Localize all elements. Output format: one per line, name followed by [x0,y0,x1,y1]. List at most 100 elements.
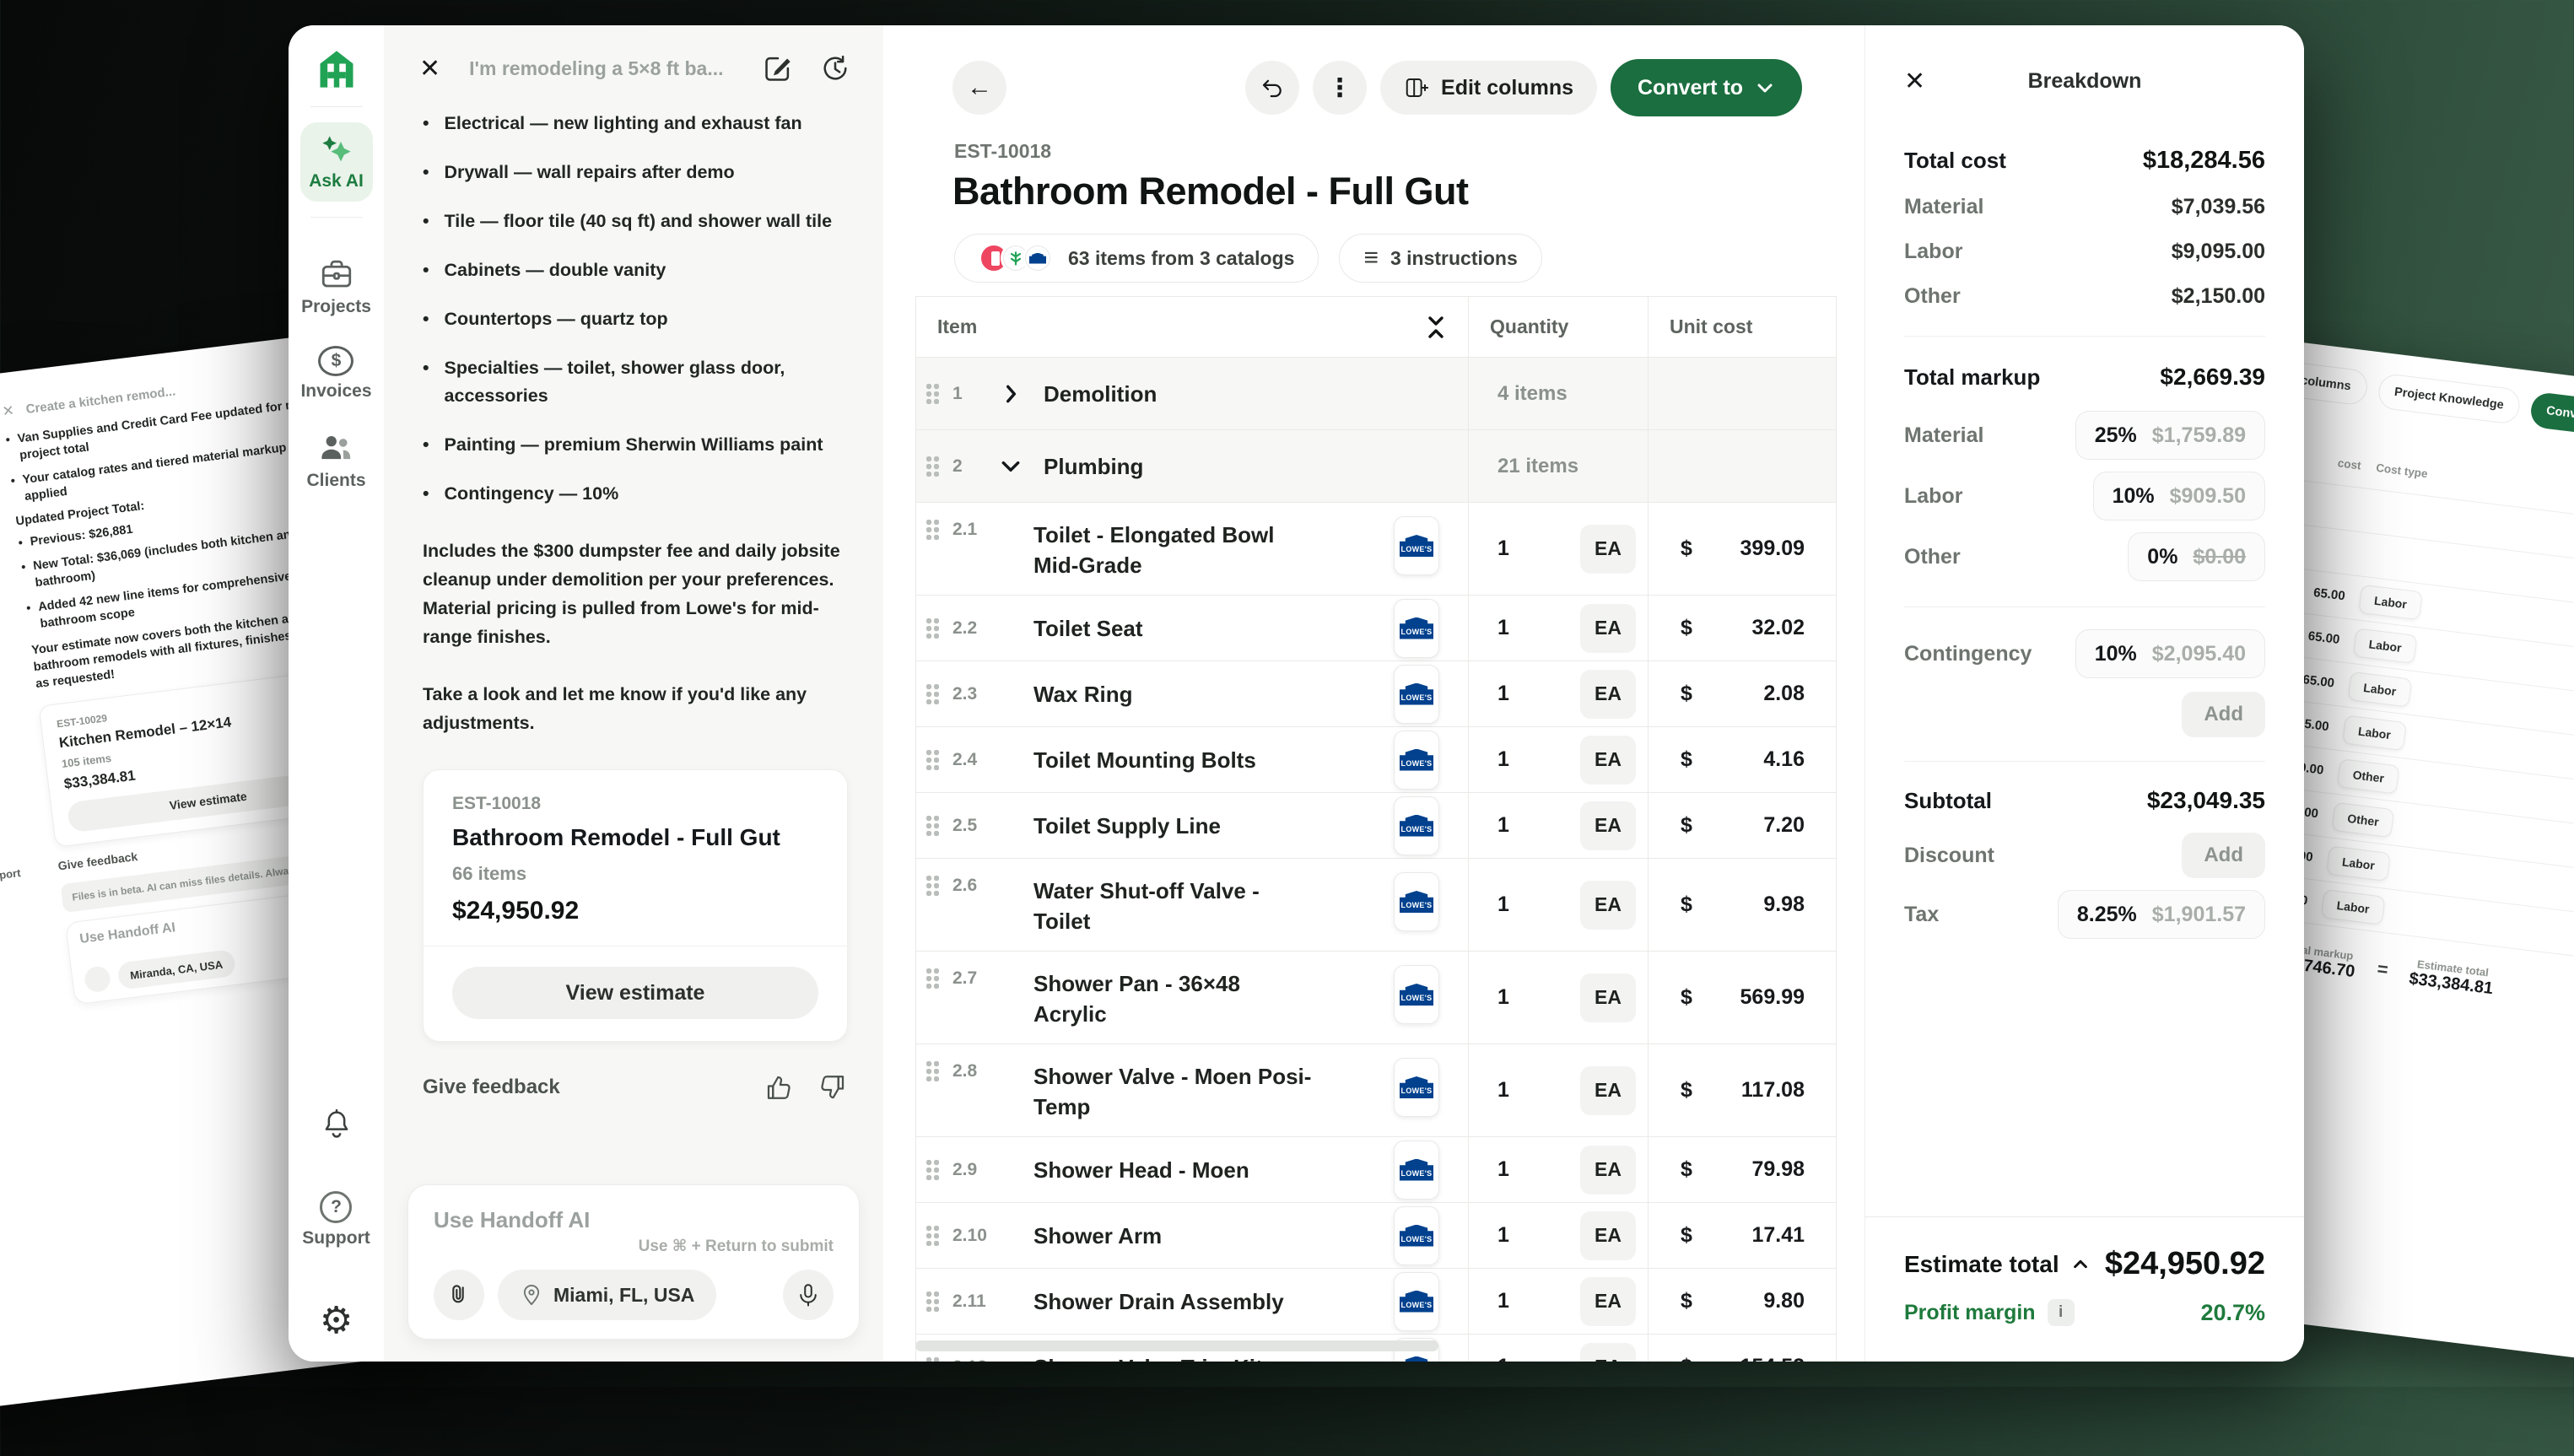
chat-title: I'm remodeling a 5×8 ft ba... [469,57,737,80]
drag-handle-icon[interactable] [926,384,939,404]
add-discount-button[interactable]: Add [2182,833,2265,878]
thumbs-down-icon[interactable] [818,1072,848,1103]
chat-input-card: Use ⌘ + Return to submit Miami, FL, USA [407,1184,860,1340]
tax-pill[interactable]: 8.25% $1,901.57 [2058,890,2265,939]
contingency-pill[interactable]: 10% $2,095.40 [2075,629,2265,678]
unit-pill[interactable]: EA [1580,604,1636,653]
estimate-total-toggle[interactable]: Estimate total [1904,1251,2090,1278]
table-row[interactable]: 2.9 Shower Head - Moen LOWE'S 1EA $79.98 [916,1137,1836,1203]
cost-labor-row: Labor $9,095.00 [1904,240,2265,264]
attach-file-button[interactable] [434,1270,484,1320]
sidebar-item-clients[interactable]: Clients [306,430,365,491]
sidebar-item-support[interactable]: ? Support [302,1191,370,1248]
undo-button[interactable] [1245,61,1299,115]
instructions-chip[interactable]: ≡ 3 instructions [1339,234,1541,283]
collapse-all-button[interactable] [1426,315,1446,340]
table-row[interactable]: 2.6 Water Shut-off Valve - Toilet LOWE'S… [916,859,1836,952]
invoice-dollar-icon: $ [318,346,353,376]
drag-handle-icon[interactable] [926,1061,939,1081]
unit-pill[interactable]: EA [1580,881,1636,930]
total-markup-row: Total markup $2,669.39 [1904,364,2265,391]
drag-handle-icon[interactable] [926,876,939,896]
notifications-button[interactable] [320,1107,353,1141]
markup-material-pill[interactable]: 25% $1,759.89 [2075,411,2265,460]
drag-handle-icon[interactable] [926,684,939,704]
instructions-chip-label: 3 instructions [1390,247,1518,270]
unit-pill[interactable]: EA [1580,973,1636,1022]
thumbs-up-icon[interactable] [764,1072,794,1103]
unit-cost-value: 2.08 [1763,682,1805,706]
sidebar-item-invoices[interactable]: $ Invoices [300,346,371,402]
unit-cost-value: 17.41 [1751,1223,1805,1248]
table-row[interactable]: 2.5 Toilet Supply Line LOWE'S 1EA $7.20 [916,793,1836,859]
unit-pill[interactable]: EA [1580,1343,1636,1362]
close-chat-button[interactable]: ✕ [419,54,440,84]
collapse-section-button[interactable] [1000,456,1037,477]
section-row-demolition[interactable]: 1 Demolition 4 items [916,358,1836,430]
estimate-total-footer: Estimate total $24,950.92 Profit margin … [1865,1216,2304,1362]
table-row[interactable]: 2.1 Toilet - Elongated Bowl Mid-Grade LO… [916,503,1836,596]
new-chat-button[interactable] [762,52,794,84]
sidebar-item-projects[interactable]: Projects [301,256,371,317]
drag-handle-icon[interactable] [926,968,939,989]
drag-handle-icon[interactable] [926,816,939,836]
unit-pill[interactable]: EA [1580,1066,1636,1115]
unit-pill[interactable]: EA [1580,670,1636,719]
catalogs-chip[interactable]: 63 items from 3 catalogs [954,234,1319,283]
info-icon[interactable]: i [2048,1299,2075,1326]
back-button[interactable]: ← [952,61,1006,115]
convert-to-button[interactable]: Convert to [1611,59,1802,116]
location-chip[interactable]: Miami, FL, USA [498,1270,716,1320]
profit-margin-label: Profit margin [1904,1301,2036,1325]
edit-columns-button[interactable]: Edit columns [1380,61,1597,115]
item-name: Shower Head - Moen [1033,1155,1249,1185]
paperclip-icon [84,965,111,993]
horizontal-scrollbar[interactable] [915,1340,1438,1351]
table-row[interactable]: 2.8 Shower Valve - Moen Posi-Temp LOWE'S… [916,1044,1836,1137]
unit-cost-value: 154.52 [1740,1355,1805,1362]
table-row[interactable]: 2.2 Toilet Seat LOWE'S 1EA $32.02 [916,596,1836,661]
add-contingency-button[interactable]: Add [2182,692,2265,737]
drag-handle-icon[interactable] [926,1292,939,1312]
drag-handle-icon[interactable] [926,618,939,639]
more-options-button[interactable]: ⋮ [1313,61,1367,115]
table-row[interactable]: 2.11 Shower Drain Assembly LOWE'S 1EA $9… [916,1269,1836,1335]
table-row[interactable]: 2.4 Toilet Mounting Bolts LOWE'S 1EA $4.… [916,727,1836,793]
drag-handle-icon[interactable] [926,520,939,540]
drag-handle-icon[interactable] [926,1160,939,1180]
section-row-plumbing[interactable]: 2 Plumbing 21 items [916,430,1836,503]
markup-other-pill[interactable]: 0% $0.00 [2128,532,2265,581]
drag-handle-icon[interactable] [926,750,939,770]
unit-pill[interactable]: EA [1580,801,1636,850]
table-row[interactable]: 2.10 Shower Arm LOWE'S 1EA $17.41 [916,1203,1836,1269]
drag-handle-icon[interactable] [926,1226,939,1246]
table-row[interactable]: 2.7 Shower Pan - 36×48 Acrylic LOWE'S 1E… [916,952,1836,1044]
sidebar-item-label: Support [302,1228,370,1248]
location-label: Miami, FL, USA [553,1284,694,1307]
markup-labor-pill[interactable]: 10% $909.50 [2093,472,2265,520]
history-icon [819,52,851,84]
view-estimate-button[interactable]: View estimate [452,967,818,1019]
drag-handle-icon[interactable] [926,456,939,477]
cost-other-row: Other $2,150.00 [1904,284,2265,309]
drag-handle-icon[interactable] [926,1357,939,1362]
table-row[interactable]: 2.3 Wax Ring LOWE'S 1EA $2.08 [916,661,1836,727]
chat-history-button[interactable] [819,52,851,84]
unit-pill[interactable]: EA [1580,1211,1636,1260]
unit-pill[interactable]: EA [1580,1146,1636,1194]
deco-text: Your catalog rates and tiered material m… [22,435,326,505]
sidebar-item-ask-ai[interactable]: Ask AI [300,122,373,202]
settings-button[interactable]: ⚙ [320,1302,353,1340]
discount-row: Discount Add [1904,833,2265,878]
voice-input-button[interactable] [783,1270,834,1320]
handoff-logo-icon[interactable] [315,47,359,91]
edit-columns-icon [1404,75,1429,100]
unit-pill[interactable]: EA [1580,525,1636,574]
unit-pill[interactable]: EA [1580,1277,1636,1326]
compose-icon [762,52,794,84]
estimate-card[interactable]: EST-10018 Bathroom Remodel - Full Gut 66… [423,769,848,1042]
unit-pill[interactable]: EA [1580,736,1636,785]
total-cost-row: Total cost $18,284.56 [1904,147,2265,175]
expand-section-button[interactable] [1000,383,1037,405]
chat-message-input[interactable] [434,1207,834,1233]
